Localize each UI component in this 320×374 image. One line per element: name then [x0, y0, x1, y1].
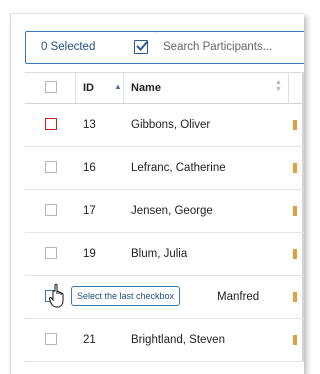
table-right-border: [302, 276, 304, 318]
table-row[interactable]: 19 Blum, Julia: [25, 233, 304, 276]
row-name: Lefranc, Catherine: [131, 162, 226, 174]
table-right-border: [302, 319, 304, 361]
status-marker: [293, 335, 297, 345]
row-checkbox[interactable]: [45, 204, 57, 216]
status-marker: [293, 163, 297, 173]
table-right-border: [302, 147, 304, 189]
participants-table: ID ▲ Name ▲ ▼ 13 Gibbons, Oliver 16 Lefra…: [25, 72, 304, 362]
row-name: Gibbons, Oliver: [131, 119, 211, 131]
table-right-border: [302, 104, 304, 146]
row-id: 19: [83, 248, 96, 260]
selected-count-label: 0 Selected: [41, 41, 96, 53]
row-id: 17: [83, 205, 96, 217]
status-marker: [293, 292, 297, 302]
header-checkbox[interactable]: [45, 81, 57, 93]
table-row[interactable]: 13 Gibbons, Oliver: [25, 104, 304, 147]
table-right-border: [302, 73, 304, 103]
column-header-name[interactable]: Name: [131, 73, 161, 103]
row-check-cell: [25, 233, 75, 275]
toolbar: 0 Selected Search Participants...: [11, 14, 304, 72]
row-checkbox[interactable]: [45, 118, 57, 130]
row-id: 13: [83, 119, 96, 131]
row-check-cell: [25, 319, 75, 361]
table-row[interactable]: 16 Lefranc, Catherine: [25, 147, 304, 190]
tooltip: Select the last checkbox: [71, 286, 181, 306]
row-checkbox[interactable]: [45, 333, 57, 345]
selected-count-dropdown[interactable]: 0 Selected: [25, 31, 158, 64]
sort-ascending-icon[interactable]: ▲: [114, 82, 122, 91]
row-checkbox[interactable]: [45, 161, 57, 173]
column-divider: [75, 73, 76, 103]
table-row[interactable]: 17 Jensen, George: [25, 190, 304, 233]
column-divider: [288, 73, 289, 103]
search-placeholder: Search Participants...: [163, 41, 273, 53]
row-name: Blum, Julia: [131, 248, 188, 260]
select-all-check-icon[interactable]: [134, 40, 149, 54]
table-right-border: [302, 233, 304, 275]
table-header: ID ▲ Name ▲ ▼: [25, 72, 304, 104]
row-check-cell: [25, 104, 75, 146]
participants-panel: 0 Selected Search Participants... ID ▲ N…: [10, 13, 304, 374]
header-check-cell: [25, 73, 75, 103]
row-id: 21: [83, 334, 96, 346]
column-header-id[interactable]: ID: [83, 73, 94, 103]
column-divider: [123, 73, 124, 103]
hand-cursor-icon: [48, 283, 69, 314]
row-name: Brightland, Steven: [131, 334, 225, 346]
sort-both-icon[interactable]: ▲ ▼: [275, 79, 282, 93]
row-name: Manfred: [217, 291, 260, 303]
status-marker: [293, 120, 297, 130]
search-input[interactable]: Search Participants...: [157, 31, 304, 64]
status-marker: [293, 249, 297, 259]
status-marker: [293, 206, 297, 216]
table-right-border: [302, 190, 304, 232]
table-row[interactable]: 21 Brightland, Steven: [25, 319, 304, 362]
row-check-cell: [25, 190, 75, 232]
row-check-cell: [25, 147, 75, 189]
row-id: 16: [83, 162, 96, 174]
row-checkbox[interactable]: [45, 247, 57, 259]
row-name: Jensen, George: [131, 205, 213, 217]
